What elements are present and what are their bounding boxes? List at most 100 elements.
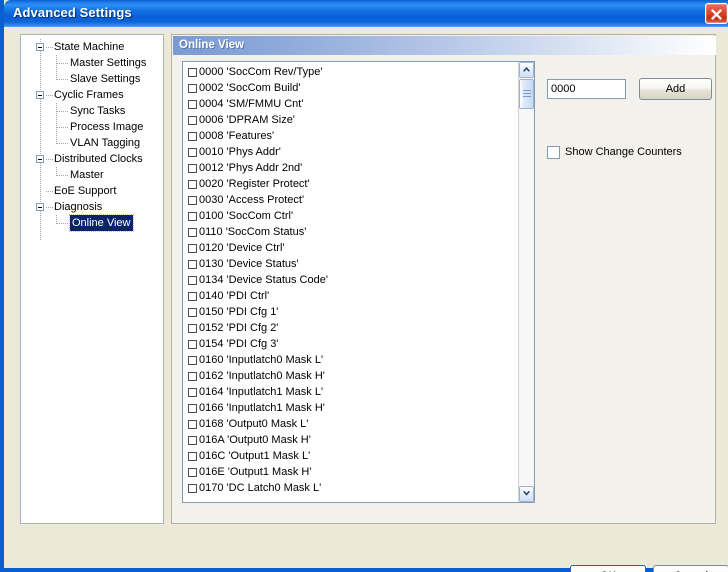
show-change-counters-checkbox[interactable] <box>547 145 560 159</box>
list-item[interactable]: 0010 'Phys Addr' <box>183 144 519 160</box>
list-item[interactable]: 016E 'Output1 Mask H' <box>183 464 519 480</box>
tree-item-online-view[interactable]: Online View <box>21 214 163 232</box>
register-listbox[interactable]: 0000 'SocCom Rev/Type' 0002 'SocCom Build… <box>182 61 535 503</box>
list-item-checkbox[interactable] <box>188 275 197 285</box>
list-item-checkbox[interactable] <box>188 99 197 109</box>
tree-child-spine <box>56 63 57 80</box>
tree-item-state-machine[interactable]: State Machine <box>21 39 163 55</box>
scroll-down-button[interactable] <box>519 486 534 502</box>
list-item[interactable]: 0000 'SocCom Rev/Type' <box>183 64 519 80</box>
list-item-checkbox[interactable] <box>188 403 197 413</box>
list-item-checkbox[interactable] <box>188 467 197 477</box>
tree-expander-icon[interactable] <box>36 203 44 211</box>
settings-tree-panel[interactable]: State Machine Master Settings Slave Settin… <box>20 34 164 524</box>
list-item[interactable]: 0008 'Features' <box>183 128 519 144</box>
list-item[interactable]: 0002 'SocCom Build' <box>183 80 519 96</box>
list-item-checkbox[interactable] <box>188 259 197 269</box>
list-item-label: 016A 'Output0 Mask H' <box>199 434 311 446</box>
list-item-checkbox[interactable] <box>188 147 197 157</box>
settings-tree: State Machine Master Settings Slave Settin… <box>21 35 163 241</box>
cancel-button[interactable]: Cancel <box>653 565 728 572</box>
list-item[interactable]: 0134 'Device Status Code' <box>183 272 519 288</box>
list-item-checkbox[interactable] <box>188 371 197 381</box>
list-item[interactable]: 0170 'DC Latch0 Mask L' <box>183 480 519 496</box>
tree-item-master[interactable]: Master <box>21 167 163 183</box>
list-item-checkbox[interactable] <box>188 435 197 445</box>
tree-item-label: Slave Settings <box>70 73 141 85</box>
list-item[interactable]: 0168 'Output0 Mask L' <box>183 416 519 432</box>
address-input[interactable] <box>547 79 626 99</box>
list-item-checkbox[interactable] <box>188 483 197 493</box>
list-item-checkbox[interactable] <box>188 243 197 253</box>
list-item-checkbox[interactable] <box>188 307 197 317</box>
scrollbar-thumb[interactable] <box>519 79 534 109</box>
tree-item-vlan-tagging[interactable]: VLAN Tagging <box>21 127 163 151</box>
list-item-checkbox[interactable] <box>188 67 197 77</box>
list-item[interactable]: 0006 'DPRAM Size' <box>183 112 519 128</box>
list-item[interactable]: 0100 'SocCom Ctrl' <box>183 208 519 224</box>
tree-child-spine <box>56 215 57 224</box>
list-item[interactable]: 0020 'Register Protect' <box>183 176 519 192</box>
list-item-label: 0154 'PDI Cfg 3' <box>199 338 279 350</box>
list-item-checkbox[interactable] <box>188 179 197 189</box>
close-button[interactable] <box>705 3 728 24</box>
tree-node-list: State Machine Master Settings Slave Settin… <box>21 39 163 232</box>
list-item[interactable]: 0004 'SM/FMMU Cnt' <box>183 96 519 112</box>
list-item[interactable]: 0012 'Phys Addr 2nd' <box>183 160 519 176</box>
ok-button[interactable]: OK <box>570 565 646 572</box>
list-item[interactable]: 0120 'Device Ctrl' <box>183 240 519 256</box>
list-item-checkbox[interactable] <box>188 387 197 397</box>
tree-item-eoe-support[interactable]: EoE Support <box>21 183 163 199</box>
list-item[interactable]: 0030 'Access Protect' <box>183 192 519 208</box>
tree-item-process-image[interactable]: Process Image <box>21 111 163 136</box>
title-bar[interactable]: Advanced Settings <box>4 0 728 27</box>
tree-item-label: Online View <box>69 214 134 232</box>
list-item[interactable]: 0150 'PDI Cfg 1' <box>183 304 519 320</box>
list-item-label: 0170 'DC Latch0 Mask L' <box>199 482 322 494</box>
tree-item-master-settings[interactable]: Master Settings <box>21 55 163 72</box>
listbox-vertical-scrollbar[interactable] <box>518 62 534 502</box>
list-item-checkbox[interactable] <box>188 211 197 221</box>
list-item-checkbox[interactable] <box>188 451 197 461</box>
tree-item-label: VLAN Tagging <box>70 137 141 149</box>
tree-item-cyclic-frames[interactable]: Cyclic Frames <box>21 87 163 103</box>
add-button[interactable]: Add <box>639 78 712 100</box>
list-item[interactable]: 016C 'Output1 Mask L' <box>183 448 519 464</box>
list-item[interactable]: 0110 'SocCom Status' <box>183 224 519 240</box>
list-item-checkbox[interactable] <box>188 131 197 141</box>
list-item[interactable]: 0166 'Inputlatch1 Mask H' <box>183 400 519 416</box>
tree-item-slave-settings[interactable]: Slave Settings <box>21 63 163 87</box>
scroll-up-button[interactable] <box>519 62 534 78</box>
tree-item-distributed-clocks[interactable]: Distributed Clocks <box>21 151 163 167</box>
screenshot-root: Advanced Settings State Machine Master Se… <box>0 0 728 572</box>
list-item-checkbox[interactable] <box>188 83 197 93</box>
tree-expander-icon[interactable] <box>36 155 44 163</box>
list-item[interactable]: 0152 'PDI Cfg 2' <box>183 320 519 336</box>
list-item-checkbox[interactable] <box>188 323 197 333</box>
list-item[interactable]: 0140 'PDI Ctrl' <box>183 288 519 304</box>
list-item-checkbox[interactable] <box>188 115 197 125</box>
list-item-checkbox[interactable] <box>188 355 197 365</box>
list-item[interactable]: 0164 'Inputlatch1 Mask L' <box>183 384 519 400</box>
list-item-checkbox[interactable] <box>188 339 197 349</box>
list-item[interactable]: 0154 'PDI Cfg 3' <box>183 336 519 352</box>
tree-child-spine <box>56 167 57 176</box>
tree-expander-icon[interactable] <box>36 43 44 51</box>
list-item-checkbox[interactable] <box>188 227 197 237</box>
list-item-checkbox[interactable] <box>188 195 197 205</box>
list-item-checkbox[interactable] <box>188 163 197 173</box>
list-item-label: 0166 'Inputlatch1 Mask H' <box>199 402 325 414</box>
tree-item-diagnosis[interactable]: Diagnosis <box>21 199 163 215</box>
list-item-checkbox[interactable] <box>188 419 197 429</box>
show-change-counters-row[interactable]: Show Change Counters <box>547 145 682 159</box>
advanced-settings-dialog: Advanced Settings State Machine Master Se… <box>0 0 728 572</box>
list-item[interactable]: 0160 'Inputlatch0 Mask L' <box>183 352 519 368</box>
tree-item-sync-tasks[interactable]: Sync Tasks <box>21 103 163 120</box>
list-item-checkbox[interactable] <box>188 291 197 301</box>
tree-expander-icon[interactable] <box>36 91 44 99</box>
list-item[interactable]: 016A 'Output0 Mask H' <box>183 432 519 448</box>
chevron-down-icon <box>523 491 530 496</box>
list-item[interactable]: 0130 'Device Status' <box>183 256 519 272</box>
list-item[interactable]: 0162 'Inputlatch0 Mask H' <box>183 368 519 384</box>
list-item-label: 0130 'Device Status' <box>199 258 299 270</box>
